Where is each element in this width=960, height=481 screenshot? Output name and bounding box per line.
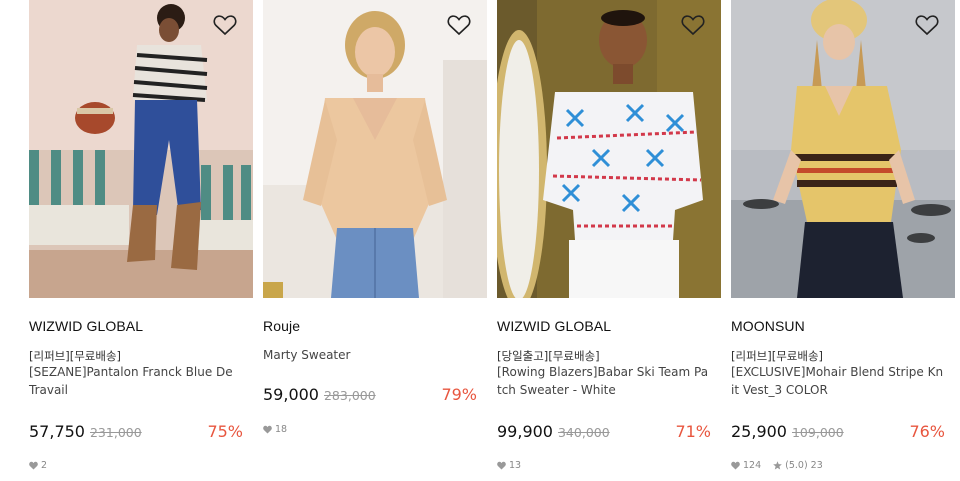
- product-name[interactable]: Marty Sweater: [263, 346, 477, 364]
- review-count: 23: [810, 460, 823, 471]
- original-price: 231,000: [89, 425, 142, 440]
- heart-filled-icon: [497, 461, 506, 470]
- rating-value: (5.0): [785, 460, 808, 471]
- like-count: 13: [509, 460, 522, 471]
- price-row: 59,000 283,000 79%: [263, 385, 477, 405]
- brand-name[interactable]: MOONSUN: [731, 318, 805, 334]
- product-card[interactable]: Rouje Marty Sweater 59,000 283,000 79% 1…: [263, 0, 487, 435]
- discount-rate: 76%: [909, 422, 945, 441]
- like-count: 124: [743, 460, 762, 471]
- wishlist-heart-icon[interactable]: [915, 14, 939, 36]
- sale-price: 59,000: [263, 385, 319, 404]
- product-name[interactable]: [Rowing Blazers]Babar Ski Team Patch Swe…: [497, 363, 711, 399]
- brand-name[interactable]: WIZWID GLOBAL: [29, 318, 143, 334]
- product-meta: 124 (5.0) 23: [731, 460, 823, 471]
- discount-rate: 71%: [675, 422, 711, 441]
- original-price: 283,000: [323, 388, 376, 403]
- product-name[interactable]: [EXCLUSIVE]Mohair Blend Stripe Knit Vest…: [731, 363, 945, 399]
- original-price: 340,000: [557, 425, 610, 440]
- discount-rate: 75%: [207, 422, 243, 441]
- product-card[interactable]: WIZWID GLOBAL [리퍼브][무료배송] [SEZANE]Pantal…: [29, 0, 253, 471]
- product-meta: 2: [29, 460, 47, 471]
- sale-price: 99,900: [497, 422, 553, 441]
- price-row: 25,900 109,000 76%: [731, 422, 945, 442]
- price-row: 57,750 231,000 75%: [29, 422, 243, 442]
- product-card[interactable]: MOONSUN [리퍼브][무료배송] [EXCLUSIVE]Mohair Bl…: [731, 0, 955, 471]
- wishlist-heart-icon[interactable]: [447, 14, 471, 36]
- price-row: 99,900 340,000 71%: [497, 422, 711, 442]
- product-name[interactable]: [SEZANE]Pantalon Franck Blue De Travail: [29, 363, 243, 399]
- heart-filled-icon: [29, 461, 38, 470]
- discount-rate: 79%: [441, 385, 477, 404]
- product-image[interactable]: [731, 0, 955, 298]
- product-photo: [263, 0, 487, 298]
- like-count: 2: [41, 460, 48, 471]
- product-photo: [497, 0, 721, 298]
- sale-price: 57,750: [29, 422, 85, 441]
- original-price: 109,000: [791, 425, 844, 440]
- brand-name[interactable]: Rouje: [263, 318, 300, 334]
- brand-name[interactable]: WIZWID GLOBAL: [497, 318, 611, 334]
- product-image[interactable]: [497, 0, 721, 298]
- sale-price: 25,900: [731, 422, 787, 441]
- wishlist-heart-icon[interactable]: [213, 14, 237, 36]
- product-image[interactable]: [263, 0, 487, 298]
- star-icon: [773, 461, 782, 470]
- product-tags: [리퍼브][무료배송]: [29, 349, 122, 363]
- product-photo: [29, 0, 253, 298]
- product-tags: [리퍼브][무료배송]: [731, 349, 824, 363]
- heart-filled-icon: [731, 461, 740, 470]
- product-photo: [731, 0, 955, 298]
- product-image[interactable]: [29, 0, 253, 298]
- heart-filled-icon: [263, 425, 272, 434]
- wishlist-heart-icon[interactable]: [681, 14, 705, 36]
- like-count: 18: [275, 424, 288, 435]
- product-meta: 18: [263, 424, 287, 435]
- product-tags: [당일출고][무료배송]: [497, 349, 600, 363]
- product-meta: 13: [497, 460, 521, 471]
- product-card[interactable]: WIZWID GLOBAL [당일출고][무료배송] [Rowing Blaze…: [497, 0, 721, 471]
